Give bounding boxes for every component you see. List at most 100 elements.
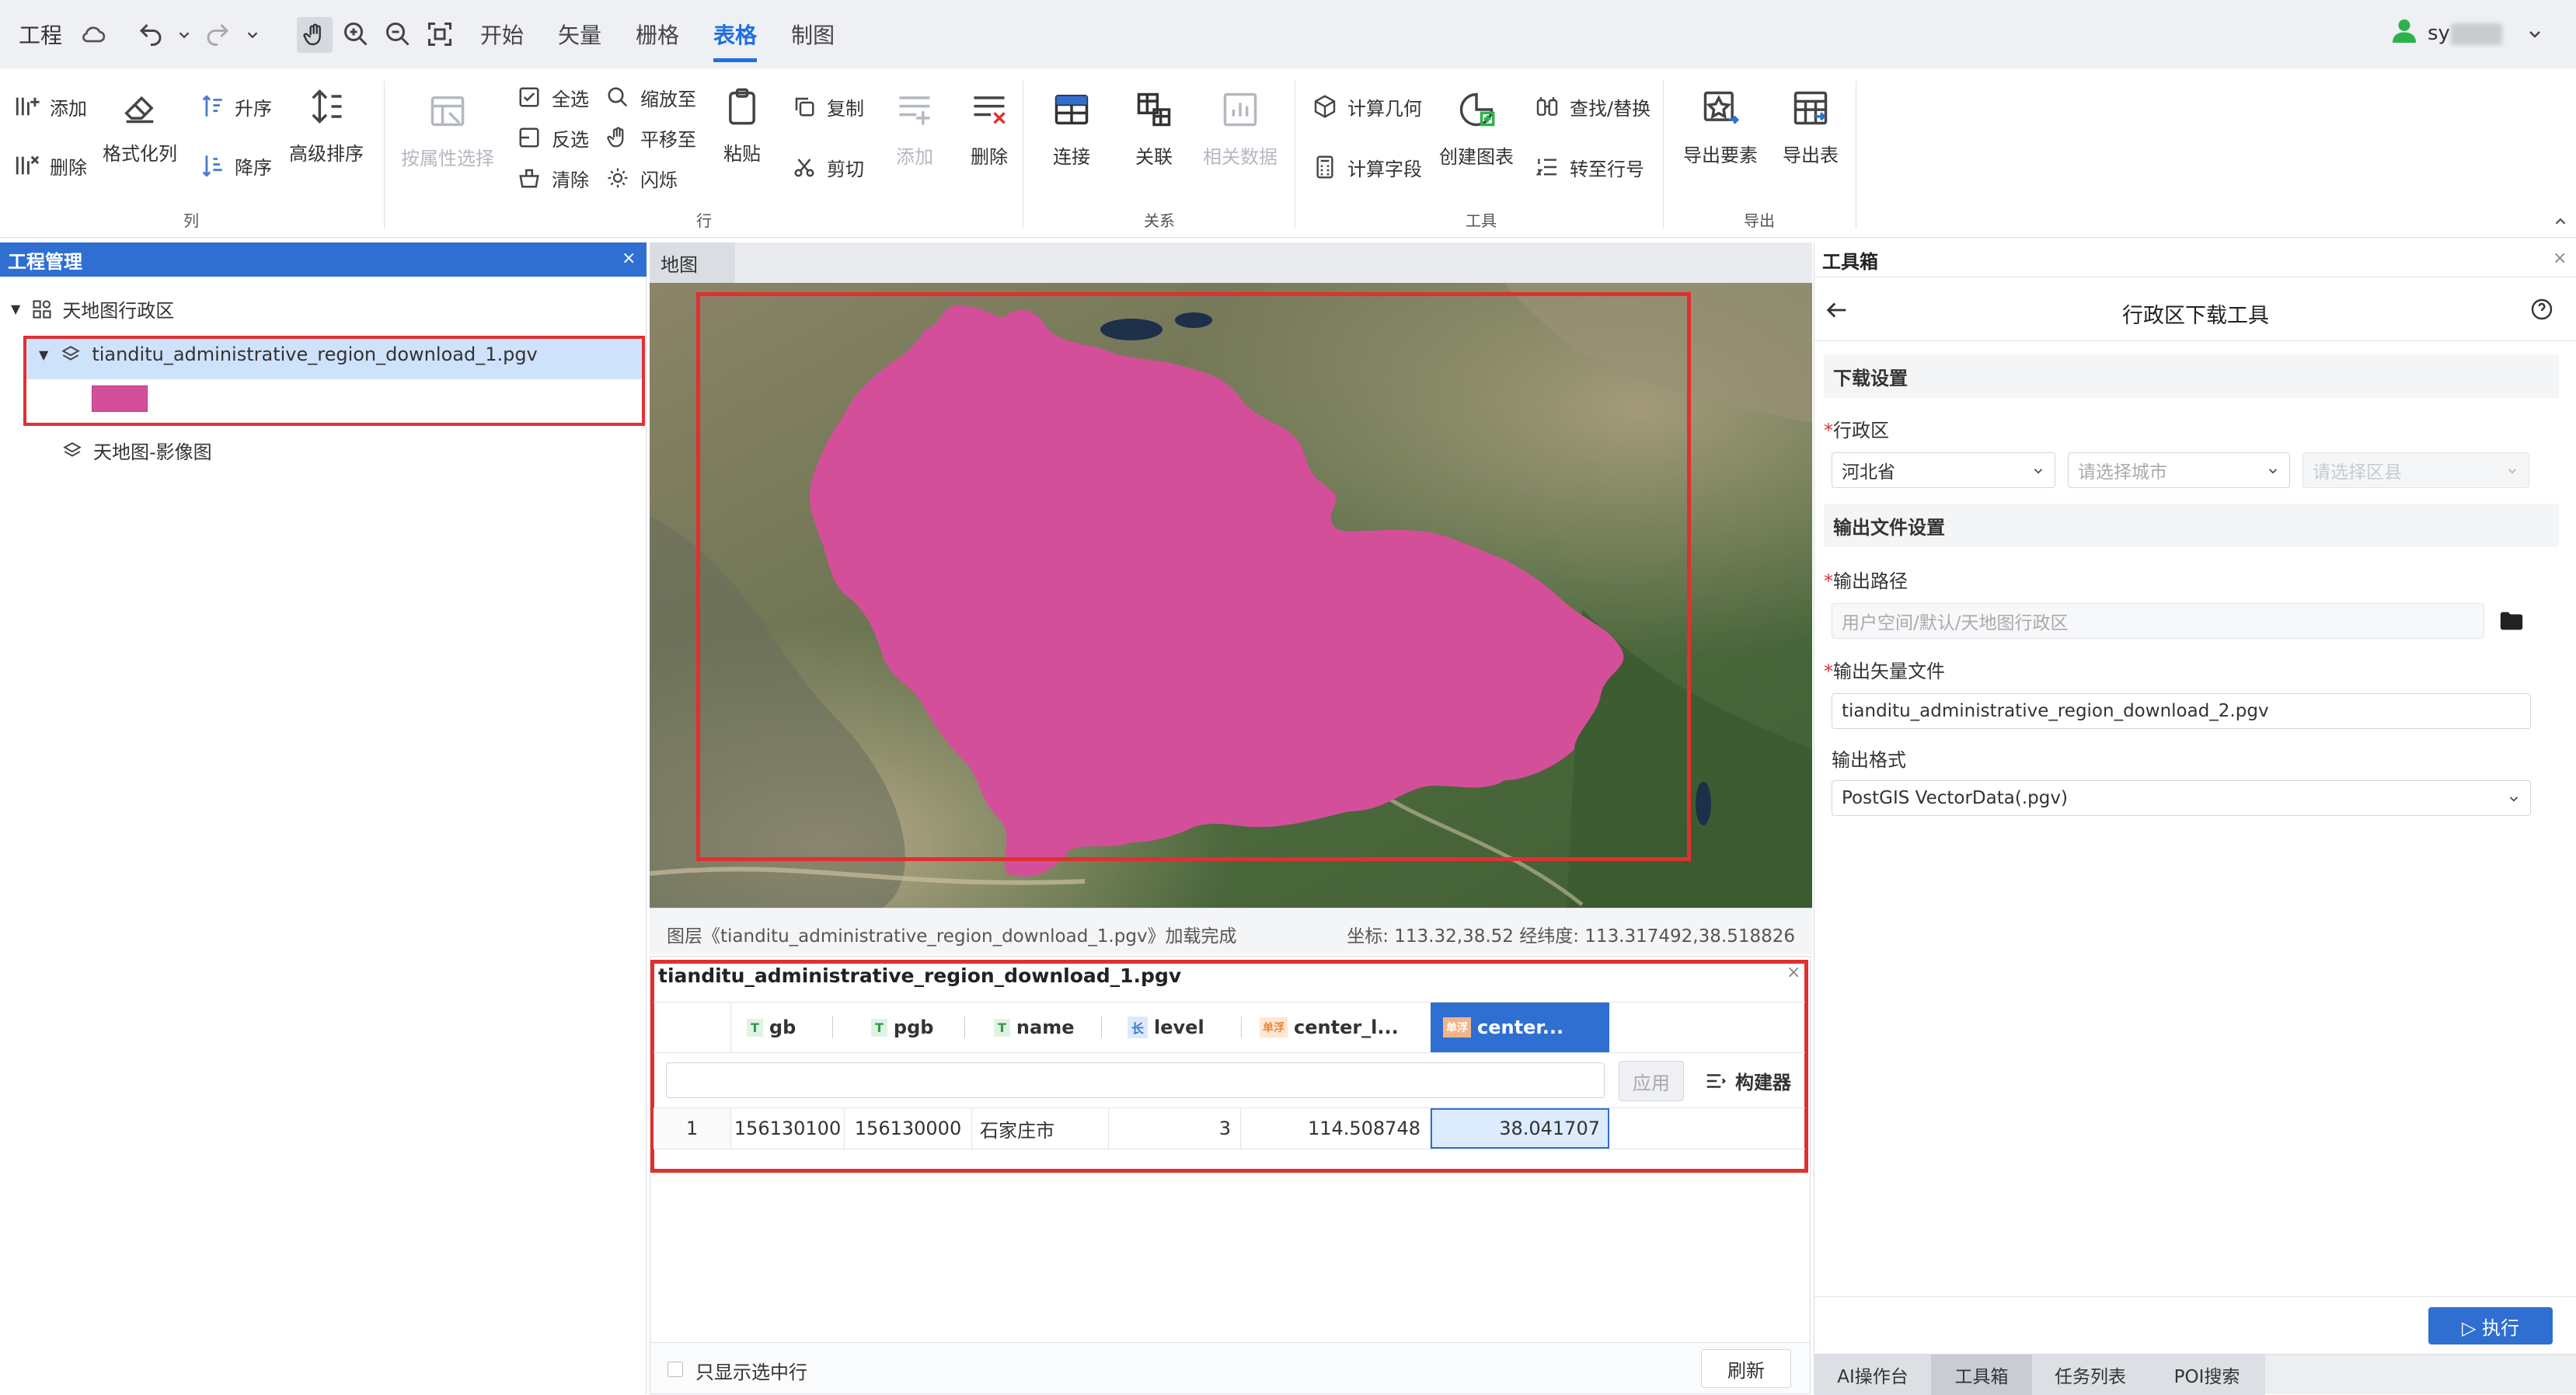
map-group-icon [33, 299, 51, 319]
refresh-button[interactable]: 刷新 [1701, 1349, 1791, 1388]
cell-gb[interactable]: 156130100 [731, 1108, 845, 1149]
tab-poi-search[interactable]: POI搜索 [2149, 1355, 2265, 1395]
caret-down-icon[interactable]: ▼ [11, 302, 20, 316]
export-table-button[interactable]: 导出表 [1783, 85, 1839, 167]
output-file-input[interactable]: tianditu_administrative_region_download_… [1832, 693, 2531, 729]
zoom-to-button[interactable]: 缩放至 [603, 82, 696, 112]
chevron-down-icon[interactable] [176, 26, 193, 44]
undo-icon[interactable] [137, 20, 165, 48]
close-icon[interactable]: × [622, 249, 636, 268]
menu-vector[interactable]: 矢量 [541, 0, 619, 68]
format-column-button[interactable]: 格式化列 [103, 84, 177, 166]
output-path-input[interactable]: 用户空间/默认/天地图行政区 [1832, 603, 2484, 639]
pan-to-button[interactable]: 平移至 [603, 123, 696, 152]
user-name[interactable]: sy [2428, 22, 2450, 45]
export-features-button[interactable]: 导出要素 [1683, 85, 1758, 167]
cut-button[interactable]: 剪切 [790, 152, 864, 182]
run-button[interactable]: ▷ 执行 [2428, 1307, 2553, 1344]
column-header-name[interactable]: T name [994, 1017, 1075, 1038]
advanced-sort-button[interactable]: 高级排序 [289, 84, 364, 166]
menu-cartography[interactable]: 制图 [774, 0, 852, 68]
relate-button[interactable]: 关联 [1131, 87, 1176, 169]
cell-pgb[interactable]: 156130000 [845, 1108, 972, 1149]
clear-selection-button[interactable]: 清除 [514, 163, 589, 193]
flash-icon [603, 163, 633, 193]
zoom-in-icon[interactable] [342, 20, 370, 48]
layer-symbol-swatch[interactable] [92, 385, 148, 412]
province-select[interactable]: 河北省 [1832, 452, 2055, 488]
pan-hand-icon[interactable] [297, 17, 333, 53]
related-data-button[interactable]: 相关数据 [1203, 87, 1278, 169]
add-column-button[interactable]: 添加 [12, 92, 87, 121]
column-header-center-lat[interactable]: 单浮 center... [1431, 1003, 1609, 1052]
tree-basemap[interactable]: 天地图-影像图 [62, 437, 212, 464]
join-button[interactable]: 连接 [1049, 87, 1094, 169]
user-avatar-icon[interactable] [2390, 17, 2418, 45]
project-menu[interactable]: 工程 [17, 0, 64, 68]
copy-button[interactable]: 复制 [790, 92, 864, 121]
select-all-button[interactable]: 全选 [514, 82, 589, 112]
top-menu-bar: 工程 开始 矢量 栅格 表格 制图 sy [0, 0, 2576, 68]
close-icon[interactable]: × [2553, 249, 2567, 268]
menu-start[interactable]: 开始 [463, 0, 541, 68]
city-select[interactable]: 请选择城市 [2068, 452, 2290, 488]
calculate-field-button[interactable]: 计算字段 [1310, 152, 1422, 182]
column-header-pgb[interactable]: T pgb [871, 1017, 933, 1038]
zoom-out-icon[interactable] [384, 20, 412, 48]
column-header-level[interactable]: 长 level [1128, 1017, 1204, 1038]
menu-table[interactable]: 表格 [696, 0, 774, 68]
cell-level[interactable]: 3 [1109, 1108, 1241, 1149]
invert-selection-button[interactable]: 反选 [514, 123, 589, 152]
cell-name[interactable]: 石家庄市 [972, 1108, 1109, 1149]
row-index[interactable]: 1 [654, 1108, 731, 1149]
help-icon[interactable] [2529, 297, 2554, 322]
tab-toolbox[interactable]: 工具箱 [1931, 1355, 2032, 1395]
redo-icon[interactable] [204, 20, 232, 48]
join-label: 连接 [1053, 146, 1090, 168]
delete-row-button[interactable]: 删除 [967, 87, 1012, 169]
paste-button[interactable]: 粘贴 [720, 84, 765, 166]
tab-task-list[interactable]: 任务列表 [2032, 1355, 2149, 1395]
find-replace-button[interactable]: 查找/替换 [1532, 92, 1651, 121]
select-all-label: 全选 [552, 88, 589, 110]
cell-center-lon[interactable]: 114.508748 [1241, 1108, 1431, 1149]
caret-down-icon[interactable]: ▼ [39, 347, 48, 362]
goto-row-button[interactable]: 转至行号 [1532, 152, 1644, 182]
folder-icon[interactable] [2498, 608, 2525, 634]
sort-desc-button[interactable]: 降序 [197, 151, 272, 180]
builder-button[interactable]: 构建器 [1704, 1067, 1791, 1094]
cube-icon [1310, 92, 1340, 121]
chevron-down-icon[interactable] [244, 26, 261, 44]
collapse-ribbon-icon[interactable] [2552, 213, 2569, 230]
export-table-icon [1788, 85, 1833, 131]
district-select[interactable]: 请选择区县 [2302, 452, 2529, 488]
format-select[interactable]: PostGIS VectorData(.pgv) [1832, 780, 2531, 816]
delete-column-button[interactable]: 删除 [12, 151, 87, 180]
tab-ai-console[interactable]: AI操作台 [1814, 1355, 1931, 1395]
cloud-icon[interactable] [79, 20, 107, 48]
sort-asc-button[interactable]: 升序 [197, 92, 272, 121]
column-header-gb[interactable]: T gb [747, 1017, 796, 1038]
related-data-icon [1218, 87, 1263, 132]
find-replace-label: 查找/替换 [1570, 97, 1651, 120]
select-by-attribute-button[interactable]: 按属性选择 [401, 89, 494, 170]
tree-layer[interactable]: ▼ tianditu_administrative_region_downloa… [39, 344, 538, 365]
apply-button[interactable]: 应用 [1619, 1061, 1684, 1101]
table-filter-input[interactable] [666, 1062, 1605, 1098]
add-row-button[interactable]: 添加 [892, 87, 937, 169]
map-tab[interactable]: 地图 [650, 242, 735, 283]
full-extent-icon[interactable] [426, 20, 454, 48]
table-row[interactable]: 1 156130100 156130000 石家庄市 3 114.508748 … [654, 1107, 1805, 1149]
create-chart-button[interactable]: 创建图表 [1439, 87, 1514, 169]
map-canvas[interactable] [650, 283, 1812, 908]
cell-center-lat[interactable]: 38.041707 [1431, 1108, 1609, 1149]
column-header-center-lon[interactable]: 单浮 center_l... [1260, 1017, 1399, 1038]
tree-root[interactable]: ▼ 天地图行政区 [11, 295, 174, 323]
export-features-label: 导出要素 [1683, 145, 1758, 166]
only-selected-checkbox[interactable] [668, 1362, 683, 1377]
chevron-down-icon[interactable] [2525, 25, 2544, 44]
flash-button[interactable]: 闪烁 [603, 163, 678, 193]
invert-selection-icon [514, 123, 544, 152]
calculate-geometry-button[interactable]: 计算几何 [1310, 92, 1422, 121]
menu-raster[interactable]: 栅格 [619, 0, 696, 68]
